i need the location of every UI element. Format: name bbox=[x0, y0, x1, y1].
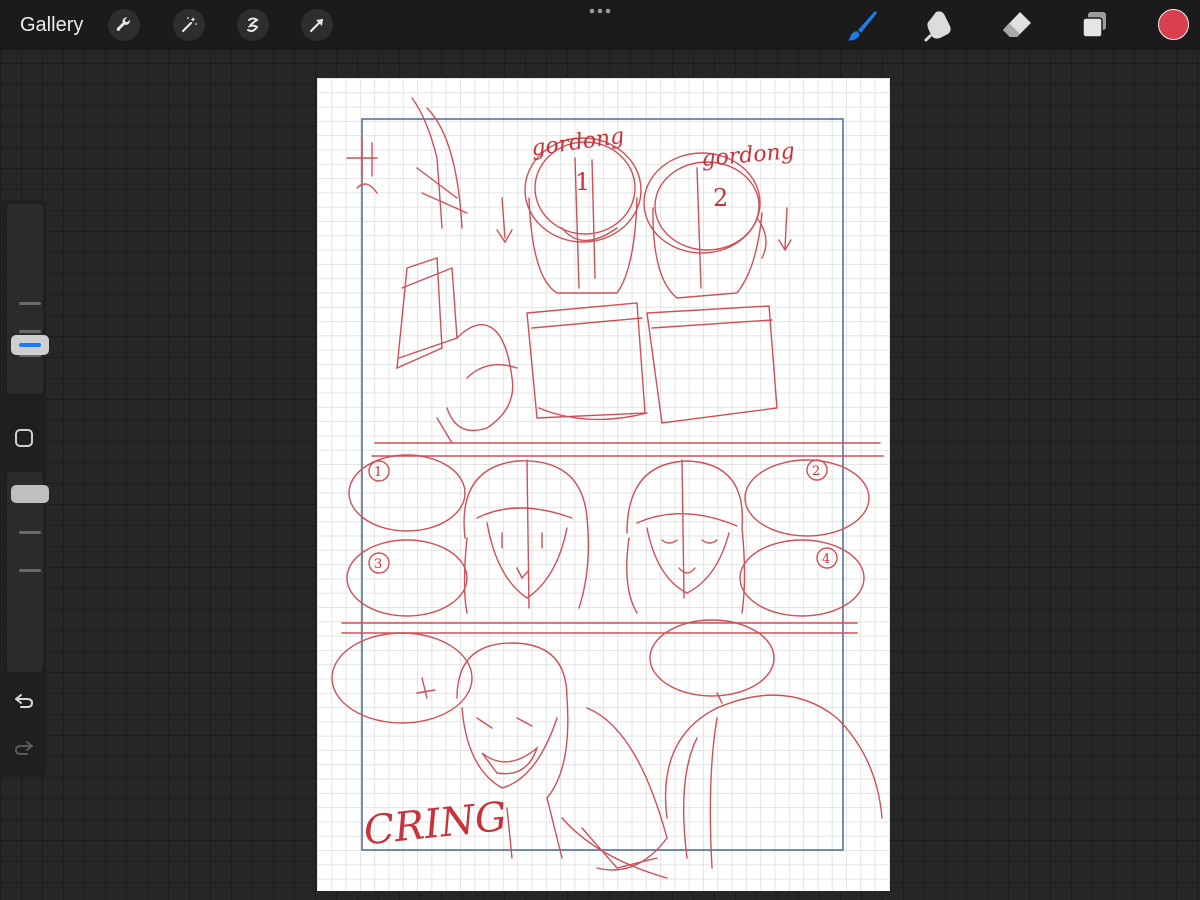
selection-icon[interactable] bbox=[237, 9, 269, 41]
magic-wand-icon[interactable] bbox=[173, 9, 205, 41]
eraser-icon[interactable] bbox=[1000, 8, 1034, 42]
transform-arrow-icon[interactable] bbox=[301, 9, 333, 41]
label-number-2: 2 bbox=[713, 184, 728, 212]
label-number-1: 1 bbox=[575, 168, 590, 196]
undo-icon[interactable] bbox=[12, 688, 36, 712]
opacity-slider[interactable] bbox=[7, 472, 49, 672]
left-sidebar bbox=[2, 200, 49, 776]
redo-icon[interactable] bbox=[12, 735, 36, 759]
slider-tick bbox=[19, 569, 41, 572]
bubble-number-1: 1 bbox=[374, 465, 382, 480]
brush-size-slider[interactable] bbox=[7, 204, 49, 394]
smudge-icon[interactable] bbox=[922, 8, 956, 42]
slider-tick bbox=[19, 531, 41, 534]
more-options-icon[interactable] bbox=[588, 6, 612, 16]
gallery-button[interactable]: Gallery bbox=[20, 12, 83, 38]
color-picker-button[interactable] bbox=[1158, 9, 1189, 40]
label-gordong-left: gordong bbox=[530, 124, 626, 162]
label-gordong-right: gordong bbox=[700, 139, 795, 172]
top-toolbar: Gallery bbox=[0, 0, 1200, 50]
slider-tick bbox=[19, 330, 41, 333]
drawing-canvas[interactable]: gordong gordong 1 2 1 3 2 4 CRING bbox=[317, 78, 890, 891]
sfx-text: CRING bbox=[362, 794, 510, 855]
layers-icon[interactable] bbox=[1078, 8, 1112, 42]
wrench-icon[interactable] bbox=[108, 9, 140, 41]
bubble-number-2: 2 bbox=[812, 464, 820, 479]
brush-icon[interactable] bbox=[845, 8, 879, 42]
modify-button[interactable] bbox=[15, 429, 33, 447]
opacity-thumb[interactable] bbox=[11, 485, 49, 503]
bubble-number-3: 3 bbox=[374, 557, 382, 572]
slider-tick bbox=[19, 302, 41, 305]
bubble-number-4: 4 bbox=[822, 552, 830, 567]
sketch-layer: gordong gordong 1 2 1 3 2 4 CRING bbox=[331, 97, 884, 879]
brush-size-thumb[interactable] bbox=[11, 335, 49, 355]
